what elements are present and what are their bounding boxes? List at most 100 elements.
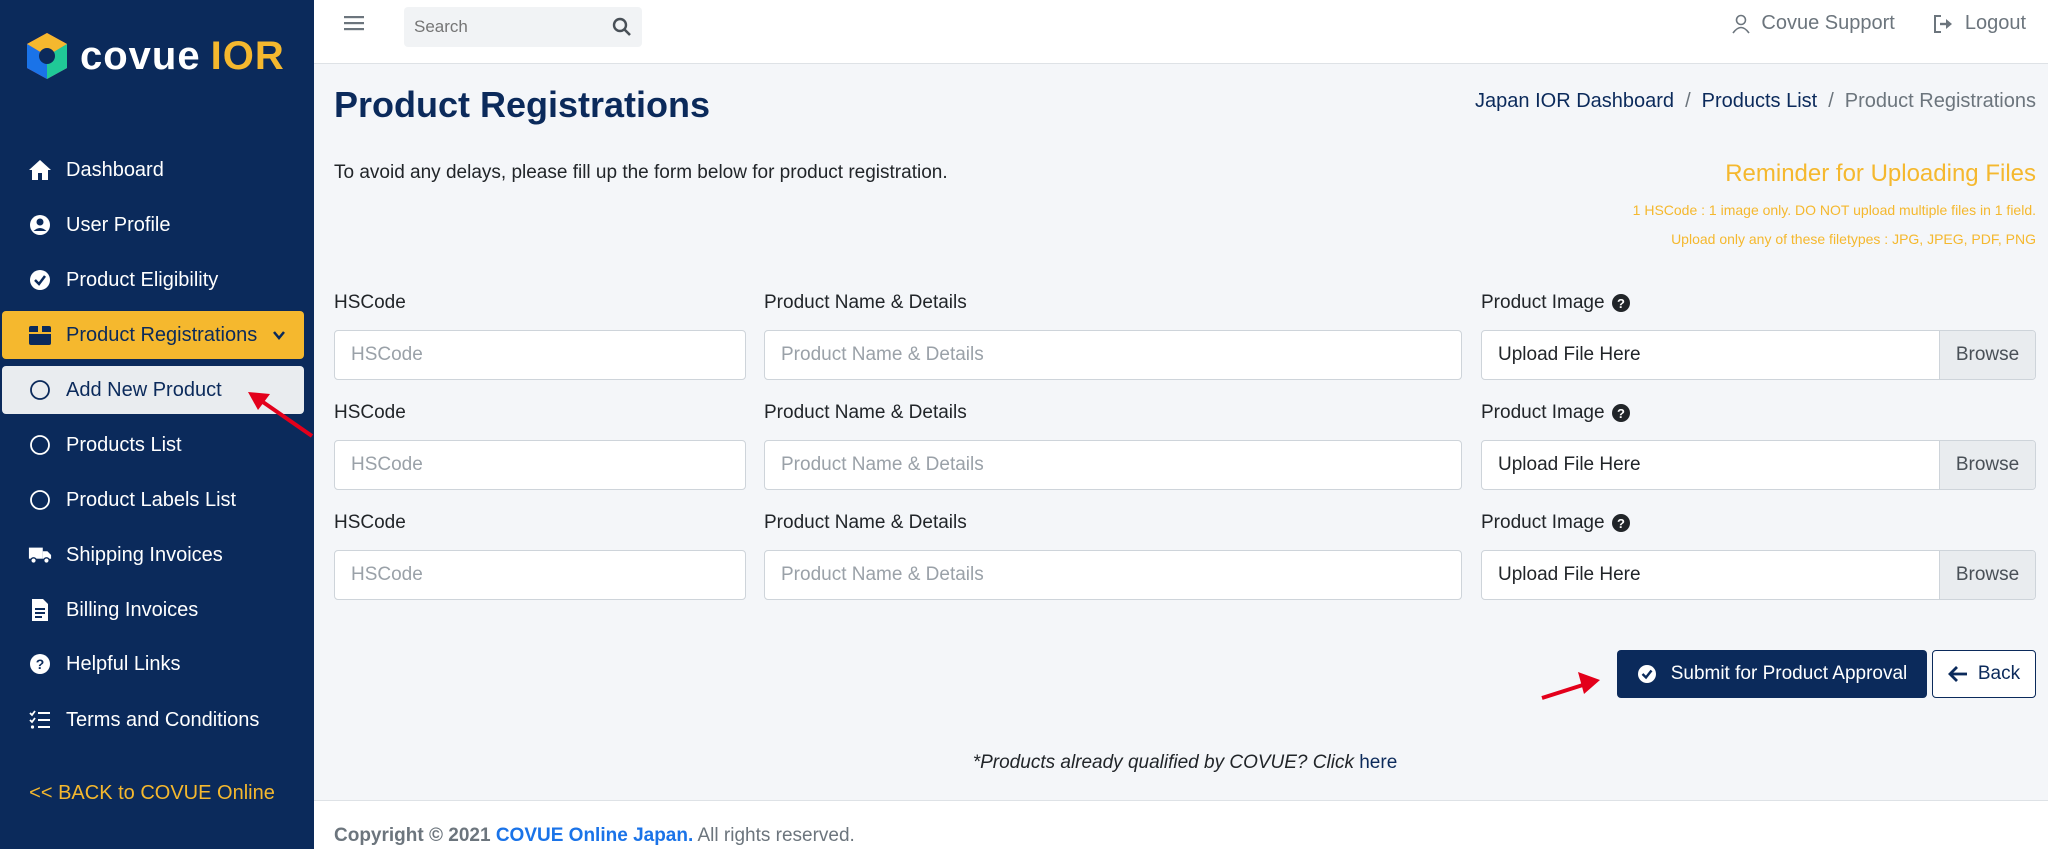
brand-logo[interactable]: covue IOR (22, 30, 285, 82)
product-name-label: Product Name & Details (764, 512, 967, 533)
hscode-input[interactable] (334, 330, 746, 380)
back-to-covue-online-link[interactable]: << BACK to COVUE Online (0, 782, 304, 805)
breadcrumb: Japan IOR Dashboard / Products List / Pr… (1475, 90, 2036, 113)
product-image-file-input[interactable]: Upload File Here Browse (1481, 330, 2036, 380)
sidebar-item-product-labels-list[interactable]: Product Labels List (2, 476, 304, 524)
truck-icon (28, 543, 52, 567)
browse-button[interactable]: Browse (1939, 551, 2035, 599)
sidebar-item-billing-invoices[interactable]: Billing Invoices (2, 586, 304, 634)
chevron-down-icon (272, 325, 286, 348)
sidebar-item-terms-and-conditions[interactable]: Terms and Conditions (2, 696, 304, 744)
search-box (404, 7, 642, 47)
page-title: Product Registrations (334, 84, 711, 125)
back-button[interactable]: Back (1932, 650, 2036, 698)
question-circle-icon: ? (28, 652, 52, 676)
breadcrumb-japan-ior-dashboard[interactable]: Japan IOR Dashboard (1475, 90, 1674, 113)
search-icon[interactable] (612, 17, 632, 42)
hamburger-menu-icon[interactable] (344, 14, 364, 37)
user-circle-icon (28, 213, 52, 237)
search-input[interactable] (404, 7, 594, 47)
upload-file-text: Upload File Here (1498, 454, 1641, 475)
sidebar-item-label: Billing Invoices (66, 598, 199, 621)
circle-icon (28, 488, 52, 512)
sidebar-item-dashboard[interactable]: Dashboard (2, 146, 304, 194)
product-image-file-input[interactable]: Upload File Here Browse (1481, 440, 2036, 490)
submit-label: Submit for Product Approval (1670, 663, 1908, 684)
sidebar-item-user-profile[interactable]: User Profile (2, 201, 304, 249)
top-bar: Covue Support Logout (314, 0, 2048, 64)
covue-support-link[interactable]: Covue Support (1731, 12, 1895, 35)
product-image-label: Product Image ? (1481, 402, 1631, 424)
hscode-label: HSCode (334, 292, 406, 313)
upload-file-text: Upload File Here (1498, 344, 1641, 365)
sidebar-item-product-registrations[interactable]: Product Registrations (2, 311, 304, 359)
sidebar-item-label: Product Labels List (66, 488, 237, 511)
qualified-here-link[interactable]: here (1359, 752, 1397, 773)
hscode-input[interactable] (334, 440, 746, 490)
check-circle-icon (1637, 665, 1656, 683)
sidebar-item-helpful-links[interactable]: ? Helpful Links (2, 640, 304, 688)
sidebar-item-label: User Profile (66, 213, 171, 236)
logout-label: Logout (1964, 12, 2026, 34)
product-image-file-input[interactable]: Upload File Here Browse (1481, 550, 2036, 600)
svg-text:?: ? (1617, 516, 1625, 531)
breadcrumb-products-list[interactable]: Products List (1702, 90, 1818, 113)
product-image-label: Product Image ? (1481, 292, 1631, 314)
upload-reminder: Reminder for Uploading Files 1 HSCode : … (1633, 160, 2036, 247)
circle-icon (28, 378, 52, 402)
browse-button[interactable]: Browse (1939, 331, 2035, 379)
upload-file-text: Upload File Here (1498, 564, 1641, 585)
list-check-icon (28, 708, 52, 732)
reminder-title: Reminder for Uploading Files (1725, 160, 2036, 187)
sidebar-item-label: Helpful Links (66, 652, 181, 675)
breadcrumb-current: Product Registrations (1844, 90, 2036, 112)
annotation-arrow-icon (1541, 672, 1600, 700)
covue-logo-icon (22, 31, 72, 81)
hscode-label: HSCode (334, 512, 406, 533)
logout-link[interactable]: Logout (1933, 12, 2026, 35)
home-icon (28, 158, 52, 182)
check-circle-icon (28, 268, 52, 292)
product-image-label: Product Image ? (1481, 512, 1631, 534)
copyright-text: Copyright © 2021 COVUE Online Japan. All… (334, 825, 855, 846)
circle-icon (28, 433, 52, 457)
sidebar-item-shipping-invoices[interactable]: Shipping Invoices (2, 531, 304, 579)
browse-button[interactable]: Browse (1939, 441, 2035, 489)
logout-icon (1933, 14, 1952, 33)
product-name-input[interactable] (764, 330, 1462, 380)
back-label: Back (1977, 663, 2021, 684)
reminder-line-1: 1 HSCode : 1 image only. DO NOT upload m… (1632, 202, 2036, 218)
sidebar-item-label: Shipping Invoices (66, 543, 223, 566)
sidebar-item-label: Product Registrations (66, 323, 258, 346)
question-circle-icon[interactable]: ? (1611, 513, 1631, 533)
user-icon (1732, 14, 1751, 33)
brand-name: covue IOR (80, 33, 285, 78)
qualified-products-note: *Products already qualified by COVUE? Cl… (972, 752, 1398, 773)
hscode-label: HSCode (334, 402, 406, 423)
sidebar-item-label: Dashboard (66, 158, 164, 181)
covue-online-japan-link[interactable]: COVUE Online Japan. (496, 825, 693, 846)
product-name-input[interactable] (764, 440, 1462, 490)
question-circle-icon[interactable]: ? (1611, 403, 1631, 423)
box-icon (28, 323, 52, 347)
breadcrumb-separator: / (1828, 90, 1834, 112)
sidebar-item-product-eligibility[interactable]: Product Eligibility (2, 256, 304, 304)
svg-text:?: ? (1617, 296, 1625, 311)
annotation-arrow-icon (248, 392, 314, 438)
hscode-input[interactable] (334, 550, 746, 600)
product-name-label: Product Name & Details (764, 292, 967, 313)
product-name-input[interactable] (764, 550, 1462, 600)
reminder-line-2: Upload only any of these filetypes : JPG… (1671, 231, 2036, 247)
svg-text:?: ? (1617, 406, 1625, 421)
submit-for-approval-button[interactable]: Submit for Product Approval (1617, 650, 1927, 698)
form-intro-text: To avoid any delays, please fill up the … (334, 162, 948, 183)
top-right-menu: Covue Support Logout (1693, 12, 2026, 35)
sidebar-item-label: Add New Product (66, 378, 222, 401)
sidebar-item-label: Product Eligibility (66, 268, 219, 291)
breadcrumb-separator: / (1685, 90, 1691, 112)
svg-text:?: ? (36, 656, 45, 672)
sidebar-item-label: Terms and Conditions (66, 708, 260, 731)
question-circle-icon[interactable]: ? (1611, 293, 1631, 313)
invoice-icon (28, 598, 52, 622)
sidebar-item-label: Products List (66, 433, 182, 456)
